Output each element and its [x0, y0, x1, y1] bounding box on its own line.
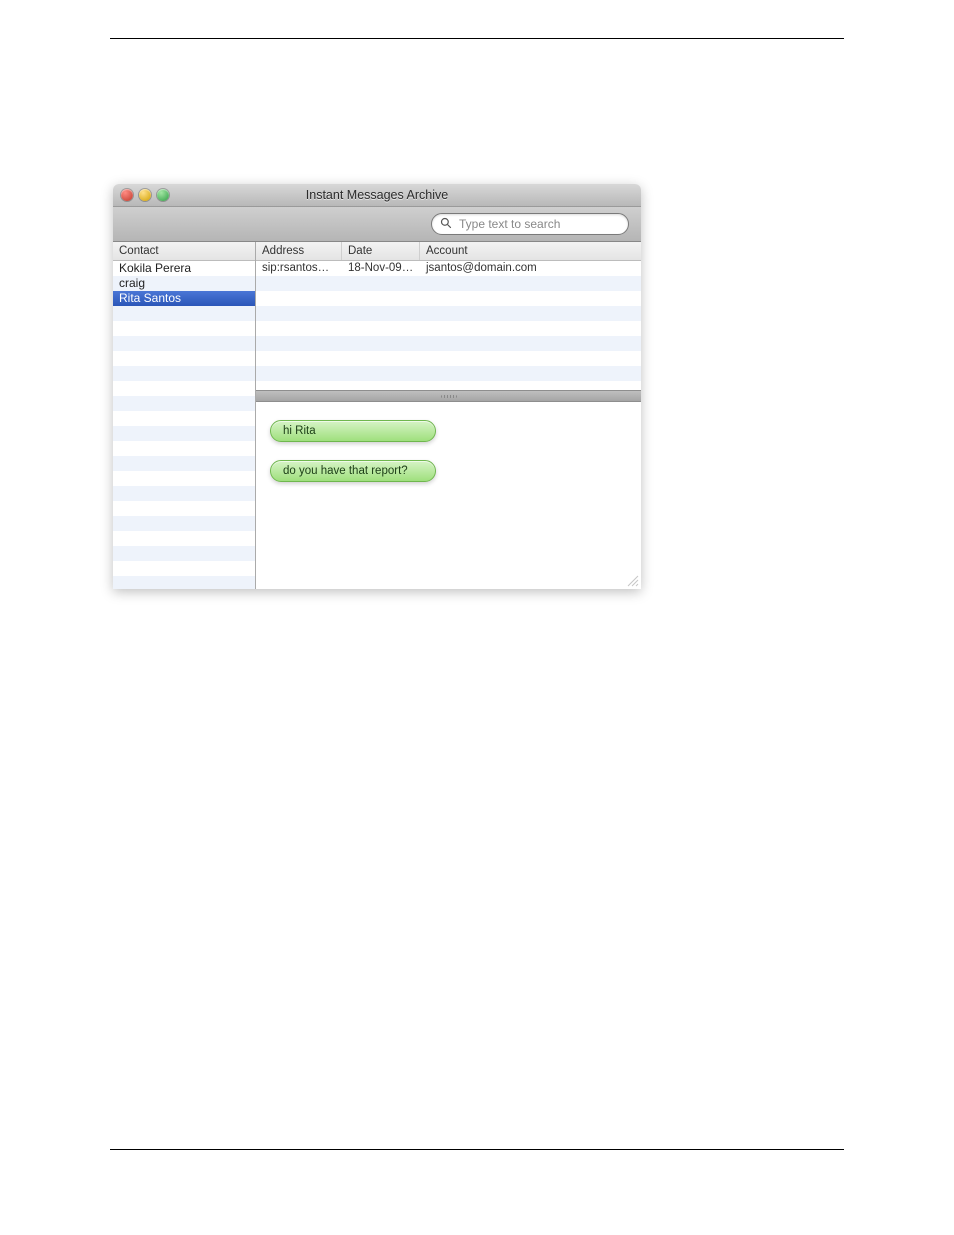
sidebar-item[interactable] — [113, 306, 255, 321]
cell-date — [342, 336, 420, 351]
table-row[interactable] — [256, 351, 641, 366]
grip-icon — [441, 395, 457, 398]
page-bottom-rule — [110, 1149, 844, 1150]
search-icon — [440, 217, 452, 232]
cell-account — [420, 366, 641, 381]
table-row[interactable] — [256, 306, 641, 321]
table-row[interactable] — [256, 321, 641, 336]
window-title: Instant Messages Archive — [113, 188, 641, 202]
col-address[interactable]: Address — [256, 242, 342, 260]
cell-account — [420, 321, 641, 336]
message-bubble: do you have that report? — [270, 460, 436, 482]
sidebar-item[interactable] — [113, 501, 255, 516]
sidebar-item[interactable] — [113, 516, 255, 531]
table-row[interactable] — [256, 276, 641, 291]
search-input[interactable] — [457, 216, 620, 232]
sidebar-item[interactable]: Rita Santos — [113, 291, 255, 306]
cell-account — [420, 291, 641, 306]
col-account[interactable]: Account — [420, 242, 641, 260]
cell-date — [342, 351, 420, 366]
page-top-rule — [110, 38, 844, 39]
search-field[interactable] — [431, 213, 629, 235]
titlebar[interactable]: Instant Messages Archive — [113, 184, 641, 207]
sidebar-item[interactable] — [113, 426, 255, 441]
cell-address — [256, 276, 342, 291]
cell-account — [420, 306, 641, 321]
sidebar-item[interactable] — [113, 366, 255, 381]
cell-account: jsantos@domain.com — [420, 261, 641, 276]
minimize-icon[interactable] — [139, 189, 151, 201]
cell-account — [420, 276, 641, 291]
sidebar-item[interactable] — [113, 441, 255, 456]
sidebar-item[interactable] — [113, 486, 255, 501]
session-table: Address Date Account sip:rsantos@…18-Nov… — [256, 242, 641, 390]
sidebar-item[interactable] — [113, 561, 255, 576]
cell-address — [256, 336, 342, 351]
table-row[interactable] — [256, 291, 641, 306]
cell-date — [342, 306, 420, 321]
cell-date — [342, 276, 420, 291]
sidebar-item[interactable]: craig — [113, 276, 255, 291]
cell-address: sip:rsantos@… — [256, 261, 342, 276]
im-archive-window: Instant Messages Archive Contact Kokila … — [113, 184, 641, 589]
cell-date — [342, 291, 420, 306]
cell-account — [420, 351, 641, 366]
sidebar-item[interactable] — [113, 336, 255, 351]
cell-account — [420, 336, 641, 351]
sidebar-item[interactable] — [113, 576, 255, 589]
sidebar-item[interactable] — [113, 381, 255, 396]
table-row[interactable] — [256, 366, 641, 381]
pane-splitter[interactable] — [256, 390, 641, 402]
table-header: Address Date Account — [256, 242, 641, 261]
sidebar-item[interactable] — [113, 456, 255, 471]
sidebar-item[interactable] — [113, 471, 255, 486]
zoom-icon[interactable] — [157, 189, 169, 201]
cell-date — [342, 321, 420, 336]
cell-address — [256, 291, 342, 306]
cell-address — [256, 351, 342, 366]
col-date[interactable]: Date — [342, 242, 420, 260]
sidebar-item[interactable] — [113, 321, 255, 336]
sidebar-item[interactable] — [113, 546, 255, 561]
cell-date — [342, 366, 420, 381]
cell-address — [256, 321, 342, 336]
cell-address — [256, 306, 342, 321]
main-pane: Address Date Account sip:rsantos@…18-Nov… — [256, 242, 641, 589]
sidebar-item[interactable] — [113, 396, 255, 411]
cell-date: 18-Nov-09 … — [342, 261, 420, 276]
sidebar-header: Contact — [113, 242, 255, 261]
close-icon[interactable] — [121, 189, 133, 201]
sidebar-item[interactable] — [113, 351, 255, 366]
resize-grip-icon[interactable] — [625, 573, 639, 587]
contact-sidebar: Contact Kokila PereracraigRita Santos — [113, 242, 256, 589]
sidebar-item[interactable]: Kokila Perera — [113, 261, 255, 276]
cell-address — [256, 366, 342, 381]
sidebar-item[interactable] — [113, 411, 255, 426]
table-row[interactable]: sip:rsantos@…18-Nov-09 …jsantos@domain.c… — [256, 261, 641, 276]
toolbar — [113, 207, 641, 242]
sidebar-item[interactable] — [113, 531, 255, 546]
message-pane: hi Rita do you have that report? — [256, 402, 641, 589]
table-row[interactable] — [256, 336, 641, 351]
message-bubble: hi Rita — [270, 420, 436, 442]
